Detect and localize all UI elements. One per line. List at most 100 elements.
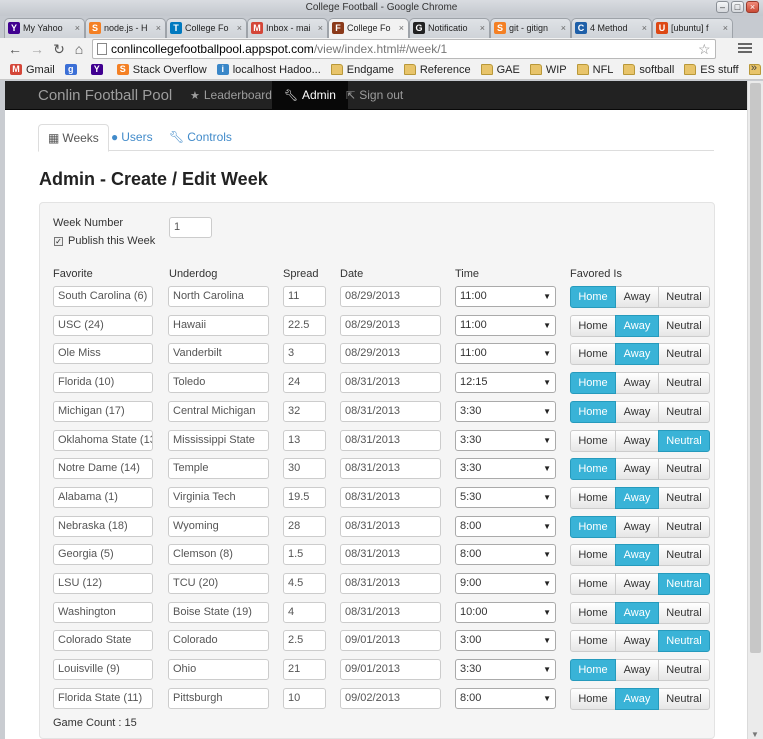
- time-select[interactable]: 9:00 ▼: [455, 573, 556, 594]
- favored-home-button[interactable]: Home: [570, 544, 616, 567]
- date-input[interactable]: 08/31/2013: [340, 372, 441, 394]
- time-select[interactable]: 12:15 ▼: [455, 372, 556, 394]
- week-number-input[interactable]: 1: [169, 217, 212, 238]
- browser-tab[interactable]: Snode.js - H ×: [85, 18, 166, 38]
- favored-home-button[interactable]: Home: [570, 458, 616, 481]
- favored-home-button[interactable]: Home: [570, 630, 616, 653]
- favored-home-button[interactable]: Home: [570, 659, 616, 682]
- tab-close-icon[interactable]: ×: [75, 19, 80, 37]
- bookmark-item[interactable]: M Gmail: [10, 64, 55, 76]
- underdog-input[interactable]: Mississippi State: [168, 429, 269, 451]
- spread-input[interactable]: 21: [283, 659, 326, 681]
- favored-home-button[interactable]: Home: [570, 515, 616, 538]
- bookmark-item[interactable]: WIP: [529, 64, 567, 76]
- browser-tab[interactable]: T College Fo ×: [166, 18, 247, 38]
- favored-neutral-button[interactable]: Neutral: [658, 429, 710, 452]
- spread-input[interactable]: 4: [283, 601, 326, 623]
- nav-sign-out[interactable]: ⇱ Sign out: [334, 81, 415, 110]
- favored-neutral-button[interactable]: Neutral: [658, 486, 710, 509]
- browser-tab[interactable]: U [ubuntu] f ×: [652, 18, 733, 38]
- maximize-icon[interactable]: □: [731, 1, 744, 13]
- time-select[interactable]: 3:30 ▼: [455, 659, 556, 681]
- minimize-icon[interactable]: –: [716, 1, 729, 13]
- favored-neutral-button[interactable]: Neutral: [658, 687, 710, 710]
- underdog-input[interactable]: Virginia Tech: [168, 486, 269, 508]
- underdog-input[interactable]: Central Michigan: [168, 400, 269, 422]
- favored-home-button[interactable]: Home: [570, 601, 616, 624]
- underdog-input[interactable]: Hawaii: [168, 314, 269, 336]
- favored-away-button[interactable]: Away: [615, 544, 659, 567]
- favored-home-button[interactable]: Home: [570, 343, 616, 366]
- favorite-input[interactable]: Michigan (17): [53, 400, 153, 422]
- browser-tab[interactable]: F College Fo ×: [328, 18, 409, 38]
- time-select[interactable]: 8:00 ▼: [455, 544, 556, 566]
- favored-away-button[interactable]: Away: [615, 659, 659, 682]
- bookmark-item[interactable]: Reference: [403, 64, 471, 76]
- spread-input[interactable]: 4.5: [283, 573, 326, 594]
- date-input[interactable]: 08/31/2013: [340, 515, 441, 537]
- favored-away-button[interactable]: Away: [615, 687, 659, 710]
- favored-home-button[interactable]: Home: [570, 286, 616, 308]
- date-input[interactable]: 08/31/2013: [340, 544, 441, 566]
- spread-input[interactable]: 22.5: [283, 314, 326, 336]
- back-icon[interactable]: ←: [6, 40, 24, 58]
- spread-input[interactable]: 30: [283, 458, 326, 480]
- tab-users[interactable]: ● Users: [102, 124, 162, 151]
- favored-neutral-button[interactable]: Neutral: [658, 458, 710, 481]
- tab-weeks[interactable]: ▦ Weeks: [38, 124, 109, 152]
- bookmarks-overflow-icon[interactable]: »: [751, 62, 757, 74]
- date-input[interactable]: 08/31/2013: [340, 429, 441, 451]
- tab-close-icon[interactable]: ×: [642, 19, 647, 37]
- underdog-input[interactable]: Colorado: [168, 630, 269, 652]
- bookmark-item[interactable]: Endgame: [330, 64, 394, 76]
- browser-tab[interactable]: C4 Method ×: [571, 18, 652, 38]
- favorite-input[interactable]: Florida State (11): [53, 687, 153, 709]
- close-window-icon[interactable]: ×: [746, 1, 759, 13]
- spread-input[interactable]: 2.5: [283, 630, 326, 652]
- time-select[interactable]: 11:00 ▼: [455, 314, 556, 336]
- date-input[interactable]: 08/31/2013: [340, 458, 441, 480]
- favored-neutral-button[interactable]: Neutral: [658, 372, 710, 395]
- favorite-input[interactable]: Florida (10): [53, 372, 153, 394]
- scroll-down-icon[interactable]: ▼: [751, 730, 759, 739]
- favored-away-button[interactable]: Away: [615, 429, 659, 452]
- favored-neutral-button[interactable]: Neutral: [658, 573, 710, 595]
- time-select[interactable]: 11:00 ▼: [455, 286, 556, 307]
- underdog-input[interactable]: North Carolina: [168, 286, 269, 307]
- tab-close-icon[interactable]: ×: [399, 19, 404, 37]
- underdog-input[interactable]: Clemson (8): [168, 544, 269, 566]
- nav-leaderboard[interactable]: ★ Leaderboard: [178, 81, 284, 110]
- spread-input[interactable]: 19.5: [283, 486, 326, 508]
- favorite-input[interactable]: Louisville (9): [53, 659, 153, 681]
- bookmark-item[interactable]: S Stack Overflow: [116, 64, 207, 76]
- favored-away-button[interactable]: Away: [615, 458, 659, 481]
- favored-home-button[interactable]: Home: [570, 429, 616, 452]
- date-input[interactable]: 08/29/2013: [340, 314, 441, 336]
- reload-icon[interactable]: ↻: [50, 40, 68, 58]
- date-input[interactable]: 08/29/2013: [340, 343, 441, 365]
- favorite-input[interactable]: Alabama (1): [53, 486, 153, 508]
- browser-tab[interactable]: G Notificatio ×: [409, 18, 490, 38]
- time-select[interactable]: 5:30 ▼: [455, 486, 556, 508]
- tab-close-icon[interactable]: ×: [480, 19, 485, 37]
- underdog-input[interactable]: Boise State (19): [168, 601, 269, 623]
- favored-home-button[interactable]: Home: [570, 314, 616, 337]
- bookmark-item[interactable]: NFL: [576, 64, 613, 76]
- underdog-input[interactable]: Temple: [168, 458, 269, 480]
- underdog-input[interactable]: TCU (20): [168, 573, 269, 594]
- favorite-input[interactable]: Notre Dame (14): [53, 458, 153, 480]
- tab-close-icon[interactable]: ×: [237, 19, 242, 37]
- bookmark-star-icon[interactable]: ☆: [698, 40, 711, 58]
- spread-input[interactable]: 1.5: [283, 544, 326, 566]
- favored-neutral-button[interactable]: Neutral: [658, 400, 710, 423]
- tab-close-icon[interactable]: ×: [723, 19, 728, 37]
- favored-home-button[interactable]: Home: [570, 372, 616, 395]
- bookmark-item[interactable]: Y: [90, 64, 107, 75]
- favorite-input[interactable]: USC (24): [53, 314, 153, 336]
- favorite-input[interactable]: LSU (12): [53, 573, 153, 594]
- spread-input[interactable]: 13: [283, 429, 326, 451]
- favored-away-button[interactable]: Away: [615, 372, 659, 395]
- spread-input[interactable]: 24: [283, 372, 326, 394]
- spread-input[interactable]: 28: [283, 515, 326, 537]
- favored-away-button[interactable]: Away: [615, 343, 659, 366]
